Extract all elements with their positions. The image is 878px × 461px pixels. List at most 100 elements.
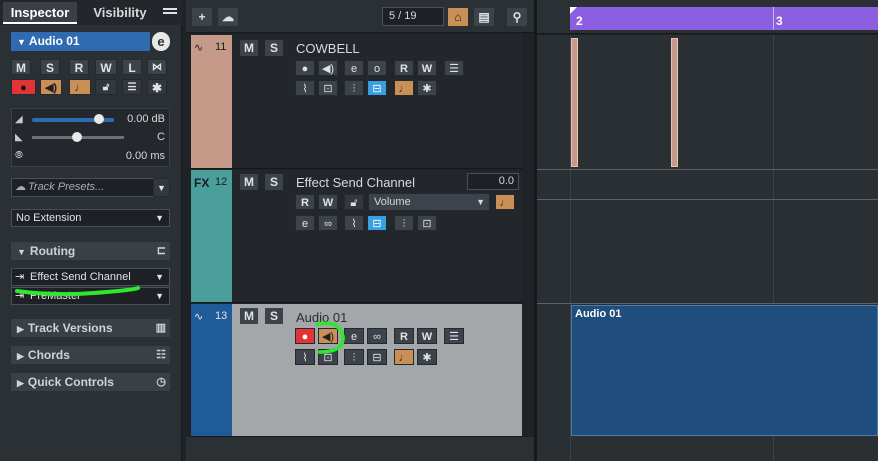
routing-label: Routing <box>29 244 76 258</box>
automation-parameter-select[interactable]: Volume ▼ <box>368 193 490 211</box>
section-routing[interactable]: ▼ Routing ⊏ <box>11 242 170 260</box>
chevron-down-icon: ▼ <box>155 213 164 223</box>
link-icon[interactable]: ∞ <box>318 215 338 231</box>
list-icon[interactable]: ☰ <box>122 79 142 95</box>
cycle-range[interactable] <box>570 7 878 30</box>
read-automation-button[interactable]: R <box>295 194 315 210</box>
freeze-icon[interactable]: ✱ <box>147 79 167 95</box>
list-icon[interactable]: ☰ <box>444 60 464 76</box>
inserts-icon[interactable]: ⊡ <box>417 215 437 231</box>
audio-event[interactable] <box>571 38 578 167</box>
add-track-icon[interactable]: + <box>192 8 212 26</box>
cycle-start-marker[interactable] <box>570 7 577 14</box>
link-icon[interactable]: ∞ <box>367 328 387 344</box>
read-automation-button[interactable]: R <box>394 60 414 76</box>
waveform-icon: ∿ <box>194 42 204 54</box>
search-icon[interactable]: ⚲ <box>507 8 527 26</box>
list-icon[interactable]: ☰ <box>444 328 464 344</box>
edit-channel-icon[interactable]: e <box>344 60 364 76</box>
track-row-effect-send[interactable]: FX 12 M S Effect Send Channel 0.0 R W 🔓︎… <box>191 170 522 303</box>
chevron-down-icon: ▼ <box>476 197 485 207</box>
inspector-track-name[interactable]: ▼ Audio 01 <box>11 32 150 51</box>
tab-inspector[interactable]: Inspector <box>3 2 77 24</box>
lanes-icon[interactable]: ⋈ <box>147 59 167 75</box>
eq-icon[interactable]: ⫶ <box>394 215 414 231</box>
lane-divider <box>537 199 878 200</box>
home-icon[interactable]: ⌂ <box>448 8 468 26</box>
musical-timebase-icon[interactable]: ♩ <box>495 194 515 210</box>
automation-icon[interactable]: ⌇ <box>344 215 364 231</box>
solo-button[interactable]: S <box>40 59 60 75</box>
delay-value[interactable]: 0.00 ms <box>126 150 165 162</box>
expand-icon: ▶ <box>17 378 24 388</box>
track-list-empty-area[interactable] <box>186 437 534 461</box>
mute-button[interactable]: M <box>11 59 31 75</box>
audio-01-event[interactable]: Audio 01 <box>571 305 878 436</box>
lock-button[interactable]: L <box>122 59 142 75</box>
track-view-icon[interactable]: ⊟ <box>367 349 387 365</box>
ruler[interactable]: 2 3 <box>537 0 878 34</box>
write-automation-button[interactable]: W <box>417 60 437 76</box>
bar-3-tick <box>773 7 774 30</box>
event-display[interactable]: Audio 01 <box>537 35 878 461</box>
link-icon[interactable]: o <box>367 60 387 76</box>
add-track-from-preset-icon[interactable]: ☁ <box>218 8 238 26</box>
monitor-icon[interactable]: ◀) <box>40 79 62 95</box>
track-name[interactable]: Effect Send Channel <box>296 175 415 190</box>
extension-label: No Extension <box>16 212 82 224</box>
track-row-audio-01[interactable]: ∿ 13 M S Audio 01 ● ◀) e ∞ R W ☰ ⌇ ⊡ ⫶ ⊟… <box>191 304 522 437</box>
chevron-down-icon: ▼ <box>155 272 164 282</box>
automation-icon[interactable]: ⌇ <box>295 80 315 96</box>
write-automation-button[interactable]: W <box>318 194 338 210</box>
freeze-track-icon[interactable]: ⊡ <box>318 80 338 96</box>
track-row-cowbell[interactable]: ∿ 11 M S COWBELL ● ◀) e o R W ☰ ⌇ ⊡ ⫶ ⊟ … <box>191 35 522 169</box>
section-quick-controls[interactable]: ▶ Quick Controls ◷ <box>11 373 170 391</box>
list-view-icon[interactable]: ▤ <box>474 8 494 26</box>
musical-timebase-icon[interactable]: ♩ <box>394 80 414 96</box>
section-chords[interactable]: ▶ Chords ☷ <box>11 346 170 364</box>
track-color-strip: ∿ 11 <box>191 35 232 168</box>
audio-event[interactable] <box>671 38 678 167</box>
pan-value[interactable]: C <box>157 131 165 143</box>
edit-channel-icon[interactable]: e <box>152 32 170 51</box>
volume-value[interactable]: 0.0 <box>467 173 519 190</box>
mute-button[interactable]: M <box>240 308 258 324</box>
track-presets-label: Track Presets... <box>28 181 105 193</box>
record-enable-icon[interactable]: ● <box>11 79 36 95</box>
monitor-icon[interactable]: ◀) <box>318 60 338 76</box>
section-track-versions[interactable]: ▶ Track Versions ▥ <box>11 319 170 337</box>
eq-icon[interactable]: ⫶ <box>344 80 364 96</box>
presets-dropdown-button[interactable]: ▼ <box>153 178 170 197</box>
lock-icon[interactable]: 🔓︎ <box>95 79 117 95</box>
mute-button[interactable]: M <box>240 40 258 56</box>
volume-value[interactable]: 0.00 dB <box>127 113 165 125</box>
track-controls: M S COWBELL ● ◀) e o R W ☰ ⌇ ⊡ ⫶ ⊟ ♩ ✱ <box>232 35 522 168</box>
solo-button[interactable]: S <box>265 40 283 56</box>
volume-handle[interactable] <box>94 114 104 124</box>
track-color-strip: ∿ 13 <box>191 304 232 436</box>
freeze-icon[interactable]: ✱ <box>417 80 437 96</box>
musical-timebase-icon[interactable]: ♩ <box>69 79 91 95</box>
read-automation-button[interactable]: R <box>394 328 414 344</box>
track-view-icon[interactable]: ⊟ <box>367 80 387 96</box>
track-view-icon[interactable]: ⊟ <box>367 215 387 231</box>
track-presets-field[interactable]: ☁ Track Presets... <box>11 178 154 197</box>
solo-button[interactable]: S <box>265 308 283 324</box>
hamburger-icon[interactable] <box>163 4 177 20</box>
freeze-icon[interactable]: ✱ <box>417 349 437 365</box>
track-name[interactable]: COWBELL <box>296 41 360 56</box>
lock-icon[interactable]: 🔓︎ <box>344 194 364 210</box>
read-automation-button[interactable]: R <box>69 59 89 75</box>
musical-timebase-icon[interactable]: ♩ <box>394 349 414 365</box>
track-versions-label: Track Versions <box>27 321 113 335</box>
mute-button[interactable]: M <box>240 174 258 190</box>
tab-visibility[interactable]: Visibility <box>84 2 156 24</box>
edit-channel-icon[interactable]: e <box>295 215 315 231</box>
solo-button[interactable]: S <box>265 174 283 190</box>
pan-handle[interactable] <box>72 132 82 142</box>
write-automation-button[interactable]: W <box>417 328 437 344</box>
record-enable-icon[interactable]: ● <box>295 60 315 76</box>
extension-select[interactable]: No Extension ▼ <box>11 209 170 227</box>
write-automation-button[interactable]: W <box>95 59 117 75</box>
track-number: 13 <box>215 310 228 322</box>
